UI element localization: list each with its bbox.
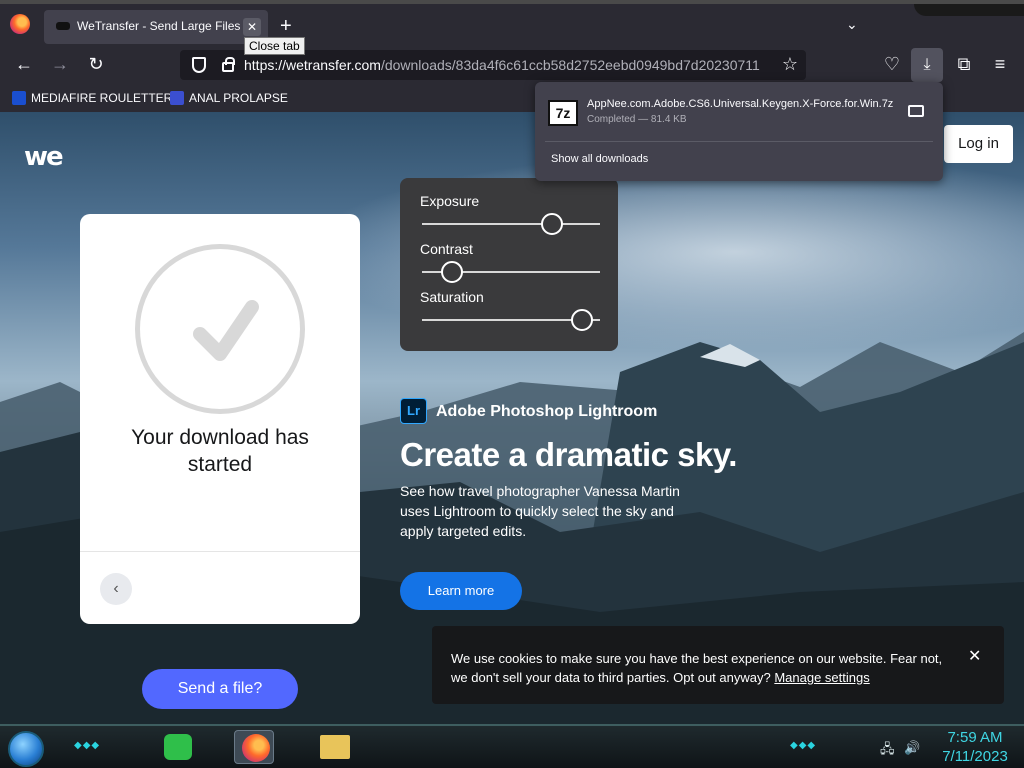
start-orb-icon[interactable] <box>8 731 44 767</box>
clock-date: 7/11/2023 <box>942 748 1008 765</box>
learn-more-button[interactable]: Learn more <box>400 572 522 610</box>
downloads-button[interactable]: ⤓ <box>911 48 943 82</box>
download-status-message: Your download has started <box>131 426 309 476</box>
send-file-button[interactable]: Send a file? <box>142 669 298 709</box>
firefox-menu-icon[interactable] <box>10 14 30 34</box>
navigation-toolbar: ← → ↻ https://wetransfer.com/downloads/8… <box>0 44 1024 86</box>
list-all-tabs-chevron-icon[interactable]: ⌄ <box>846 16 858 33</box>
tab-wetransfer[interactable]: WeTransfer - Send Large Files & ✕ <box>44 10 268 44</box>
firefox-icon <box>242 734 270 762</box>
new-tab-button[interactable]: + <box>280 16 292 36</box>
tab-strip: WeTransfer - Send Large Files & ✕ + ⌄ <box>0 0 1024 44</box>
reload-icon[interactable]: ↻ <box>84 54 108 74</box>
slider-label-saturation: Saturation <box>420 289 484 305</box>
downloads-panel: 7z AppNee.com.Adobe.CS6.Universal.Keygen… <box>535 82 943 181</box>
mediafire-icon <box>12 91 26 105</box>
open-folder-icon[interactable] <box>908 105 924 117</box>
taskbar-file-explorer[interactable] <box>314 730 354 764</box>
login-button[interactable]: Log in <box>944 125 1013 163</box>
window-decoration <box>914 4 1024 16</box>
slider-thumb <box>540 213 563 235</box>
system-clock[interactable]: 7:59 AM 7/11/2023 <box>930 728 1020 766</box>
tab-title: WeTransfer - Send Large Files & <box>77 19 242 33</box>
contrast-slider <box>422 261 600 283</box>
download-file-name[interactable]: AppNee.com.Adobe.CS6.Universal.Keygen.X-… <box>587 98 897 110</box>
hamburger-menu-icon[interactable]: ≡ <box>988 54 1012 74</box>
extensions-puzzle-icon[interactable]: ⧉ <box>952 54 976 74</box>
close-tab-button[interactable]: ✕ <box>243 18 261 36</box>
taskbar-decoration-right: ◆◆◆ <box>790 740 817 751</box>
network-icon[interactable]: 🖧 <box>880 740 895 762</box>
download-arrow-icon: ⤓ <box>923 56 931 73</box>
clock-time: 7:59 AM <box>947 729 1003 746</box>
slider-label-exposure: Exposure <box>420 193 480 209</box>
promo-title: Create a dramatic sky. <box>400 436 737 473</box>
tracking-protection-shield-icon[interactable] <box>192 57 206 73</box>
messaging-app-icon[interactable] <box>164 734 192 760</box>
bookmark-mediafire[interactable]: MEDIAFIRE ROULETTER <box>12 91 172 105</box>
panel-separator <box>545 141 933 142</box>
close-cookie-banner-icon[interactable]: ✕ <box>968 646 981 666</box>
back-arrow-icon[interactable]: ← <box>12 54 36 74</box>
lock-icon[interactable] <box>222 57 235 72</box>
url-text[interactable]: https://wetransfer.com/downloads/83da4f6… <box>244 57 772 73</box>
chevron-left-icon: ‹ <box>113 580 119 597</box>
taskbar: ◆◆◆ ◆◆◆ 🖧 🔊 7:59 AM 7/11/2023 <box>0 724 1024 768</box>
show-all-downloads-link[interactable]: Show all downloads <box>551 153 648 165</box>
exposure-slider <box>422 213 600 235</box>
slider-thumb <box>571 309 594 331</box>
folder-icon <box>320 735 350 759</box>
lightroom-edit-panel: Exposure Contrast Saturation <box>400 178 618 351</box>
volume-icon[interactable]: 🔊 <box>904 740 920 756</box>
card-divider <box>80 551 360 552</box>
close-tab-tooltip: Close tab <box>244 37 305 55</box>
forward-arrow-icon[interactable]: → <box>48 54 72 74</box>
pocket-icon[interactable]: ♡ <box>880 54 904 74</box>
bookmark-star-icon[interactable]: ☆ <box>782 54 798 75</box>
taskbar-firefox[interactable] <box>234 730 274 764</box>
wetransfer-logo[interactable]: we <box>24 142 64 172</box>
promo-description: See how travel photographer Vanessa Mart… <box>400 483 680 539</box>
slider-thumb <box>441 261 464 283</box>
bookmark-second[interactable]: ANAL PROLAPSE <box>170 91 288 105</box>
manage-settings-link[interactable]: Manage settings <box>774 670 869 685</box>
wetransfer-favicon-icon <box>56 22 70 30</box>
download-card: Your download has started ‹ Send a file? <box>80 214 360 709</box>
download-status: Completed — 81.4 KB <box>587 114 687 125</box>
taskbar-decoration: ◆◆◆ <box>74 740 101 751</box>
cookie-banner: We use cookies to make sure you have the… <box>432 626 1004 704</box>
back-button[interactable]: ‹ <box>100 573 132 605</box>
sigma-icon <box>170 91 184 105</box>
7z-archive-icon: 7z <box>548 100 578 126</box>
download-complete-check-icon <box>135 244 305 414</box>
slider-label-contrast: Contrast <box>420 241 473 257</box>
cookie-text: We use cookies to make sure you have the… <box>451 651 943 685</box>
saturation-slider <box>422 309 600 331</box>
lightroom-logo-icon: Lr <box>400 398 427 424</box>
wetransfer-page: we Log in Your download has started ‹ Se… <box>0 112 1024 724</box>
promo-brand: Adobe Photoshop Lightroom <box>436 403 658 420</box>
